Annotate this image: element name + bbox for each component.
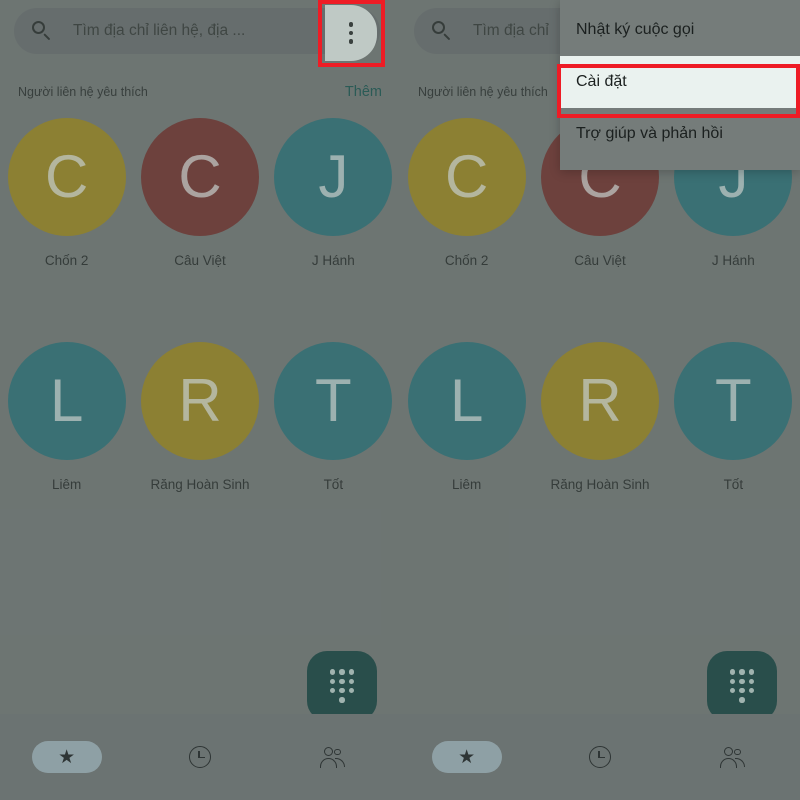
menu-item-settings[interactable]: Cài đặt — [560, 56, 800, 108]
nav-pill-active: ★ — [431, 741, 502, 773]
star-icon: ★ — [58, 746, 76, 768]
section-title: Người liên hệ yêu thích — [418, 85, 548, 99]
clock-icon — [588, 746, 611, 768]
nav-pill-active: ★ — [31, 741, 102, 773]
avatar: T — [674, 342, 793, 460]
contact-tile[interactable]: L Liêm — [400, 342, 533, 566]
menu-item-label: Cài đặt — [576, 73, 627, 90]
people-icon — [320, 747, 346, 768]
contact-tile[interactable]: J J Hánh — [267, 118, 400, 342]
favorites-row: L Liêm R Răng Hoàn Sinh T Tốt — [0, 342, 400, 566]
favorites-grid-left: C Chốn 2 C Câu Việt J J Hánh L Liêm R Ră… — [0, 118, 400, 566]
menu-item-label: Trợ giúp và phản hồi — [576, 125, 723, 142]
menu-item-call-log[interactable]: Nhật ký cuộc gọi — [560, 4, 800, 56]
avatar: R — [540, 342, 659, 460]
dialpad-icon — [328, 669, 356, 703]
bottom-navigation: ★ — [0, 714, 400, 800]
avatar: L — [7, 342, 126, 460]
nav-pill — [698, 741, 768, 773]
contact-name: Răng Hoàn Sinh — [550, 477, 650, 492]
contact-name: Chốn 2 — [44, 253, 89, 268]
clock-icon — [188, 746, 211, 768]
contact-name: Chốn 2 — [444, 253, 489, 268]
add-favorite-link[interactable]: Thêm — [345, 84, 382, 100]
favorites-section-header: Người liên hệ yêu thích Thêm — [0, 78, 400, 106]
people-icon — [720, 747, 746, 768]
menu-item-label: Nhật ký cuộc gọi — [576, 21, 695, 38]
phone-screen-left: Tìm địa chỉ liên hệ, địa ... Người liên … — [0, 0, 400, 800]
nav-tab-favorites[interactable]: ★ — [400, 714, 533, 800]
avatar: C — [140, 118, 259, 236]
contact-tile[interactable]: C Chốn 2 — [0, 118, 133, 342]
avatar: L — [407, 342, 526, 460]
contact-tile[interactable]: C Câu Việt — [133, 118, 266, 342]
bottom-navigation: ★ — [400, 714, 800, 800]
avatar: J — [274, 118, 393, 236]
menu-item-help-feedback[interactable]: Trợ giúp và phản hồi — [560, 108, 800, 160]
avatar: C — [7, 118, 126, 236]
contact-tile[interactable]: R Răng Hoàn Sinh — [533, 342, 666, 566]
dialpad-fab[interactable] — [307, 651, 377, 721]
nav-pill — [298, 741, 368, 773]
contact-name: Liêm — [52, 477, 82, 492]
dialpad-icon — [728, 669, 756, 703]
contact-tile[interactable]: C Chốn 2 — [400, 118, 533, 342]
overflow-menu-button[interactable] — [325, 5, 377, 61]
contact-name: Tốt — [723, 477, 744, 492]
nav-tab-recents[interactable] — [533, 714, 666, 800]
contact-tile[interactable]: T Tốt — [667, 342, 800, 566]
nav-tab-recents[interactable] — [133, 714, 266, 800]
contact-tile[interactable]: T Tốt — [267, 342, 400, 566]
avatar: R — [140, 342, 259, 460]
search-icon — [32, 20, 53, 42]
contact-tile[interactable]: L Liêm — [0, 342, 133, 566]
favorites-grid-right: C Chốn 2 C Câu Việt J J Hánh L Liêm R Ră… — [400, 118, 800, 566]
nav-tab-favorites[interactable]: ★ — [0, 714, 133, 800]
favorites-row: C Chốn 2 C Câu Việt J J Hánh — [0, 118, 400, 342]
overflow-dropdown-menu: Nhật ký cuộc gọi Cài đặt Trợ giúp và phả… — [560, 0, 800, 170]
nav-pill — [565, 741, 635, 773]
contact-name: Tốt — [323, 477, 344, 492]
star-icon: ★ — [458, 746, 476, 768]
avatar: T — [274, 342, 393, 460]
favorites-row: L Liêm R Răng Hoàn Sinh T Tốt — [400, 342, 800, 566]
nav-tab-contacts[interactable] — [667, 714, 800, 800]
contact-tile[interactable]: R Răng Hoàn Sinh — [133, 342, 266, 566]
overflow-menu-icon — [348, 22, 354, 44]
avatar: C — [407, 118, 526, 236]
contact-name: Câu Việt — [574, 253, 626, 268]
search-icon — [432, 20, 453, 42]
screenshot-stage: Tìm địa chỉ liên hệ, địa ... Người liên … — [0, 0, 800, 800]
contact-name: Câu Việt — [174, 253, 226, 268]
contact-name: J Hánh — [711, 253, 755, 268]
dialpad-fab[interactable] — [707, 651, 777, 721]
nav-tab-contacts[interactable] — [267, 714, 400, 800]
contact-name: Răng Hoàn Sinh — [150, 477, 250, 492]
section-title: Người liên hệ yêu thích — [18, 85, 148, 99]
contact-name: J Hánh — [311, 253, 355, 268]
nav-pill — [165, 741, 235, 773]
contact-name: Liêm — [452, 477, 482, 492]
search-input[interactable]: Tìm địa chỉ liên hệ, địa ... — [73, 22, 342, 40]
